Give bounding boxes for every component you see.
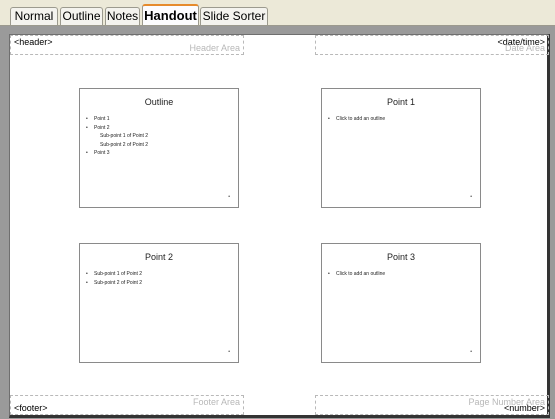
tab-normal[interactable]: Normal — [10, 7, 58, 25]
slide-bullet-list: • Point 1 • Point 2 Sub-point 1 of Point 2… — [86, 115, 148, 158]
footer-area-label: Footer Area — [192, 397, 240, 407]
slide-number-marker: • — [470, 349, 472, 355]
tab-outline[interactable]: Outline — [60, 7, 103, 25]
list-item: • Point 3 — [86, 150, 110, 156]
list-item: • Point 2 — [86, 124, 110, 131]
list-item: • Sub-point 2 of Point 2 — [86, 279, 143, 286]
header-area-label: Header Area — [189, 43, 240, 53]
handout-page: <header> Header Area <date/time> Date Ar… — [9, 34, 550, 418]
slide-thumbnail-point-2[interactable]: Point 2 • Sub-point 1 of Point 2 • Sub-poi… — [79, 243, 239, 363]
list-item: • Click to add an outline — [328, 116, 386, 122]
slide-title: Point 1 — [386, 97, 416, 107]
slide-thumbnail-point-3[interactable]: Point 3 • Click to add an outline • — [321, 243, 481, 363]
slide-title: Point 3 — [386, 252, 416, 262]
footer-area[interactable]: Footer Area <footer> — [10, 395, 244, 415]
list-item: Sub-point 2 of Point 2 — [100, 141, 149, 148]
list-item: • Click to add an outline — [328, 271, 386, 277]
footer-placeholder[interactable]: <footer> — [14, 403, 48, 413]
header-placeholder[interactable]: <header> — [14, 37, 53, 47]
header-area[interactable]: <header> Header Area — [10, 35, 244, 55]
slide-title: Outline — [144, 97, 174, 107]
handout-canvas: <header> Header Area <date/time> Date Ar… — [0, 26, 555, 419]
slide-bullet-list: • Sub-point 1 of Point 2 • Sub-point 2 of … — [86, 270, 142, 287]
list-item: • Point 1 — [86, 116, 110, 122]
slide-thumbnail-outline[interactable]: Outline • Point 1 • Point 2 Sub-point 1 of… — [79, 88, 239, 208]
view-tab-bar: Normal Outline Notes Handout Slide Sorte… — [0, 0, 555, 26]
date-area[interactable]: <date/time> Date Area — [315, 35, 549, 55]
list-item: • Sub-point 1 of Point 2 — [86, 271, 143, 277]
slide-bullet-list: • Click to add an outline — [328, 115, 385, 124]
tab-slide-sorter[interactable]: Slide Sorter — [200, 7, 268, 25]
slide-thumbnail-point-1[interactable]: Point 1 • Click to add an outline • — [321, 88, 481, 208]
slide-number-marker: • — [228, 194, 230, 200]
page-number-placeholder[interactable]: <number> — [504, 403, 545, 413]
page-number-area[interactable]: Page Number Area <number> — [315, 395, 549, 415]
slide-number-marker: • — [228, 349, 230, 355]
slide-title: Point 2 — [144, 252, 174, 262]
slide-number-marker: • — [470, 194, 472, 200]
tab-handout[interactable]: Handout — [142, 4, 199, 26]
tab-notes[interactable]: Notes — [105, 7, 140, 25]
slide-bullet-list: • Click to add an outline — [328, 270, 385, 279]
date-area-label: Date Area — [504, 43, 545, 53]
list-item: Sub-point 1 of Point 2 — [100, 133, 149, 139]
